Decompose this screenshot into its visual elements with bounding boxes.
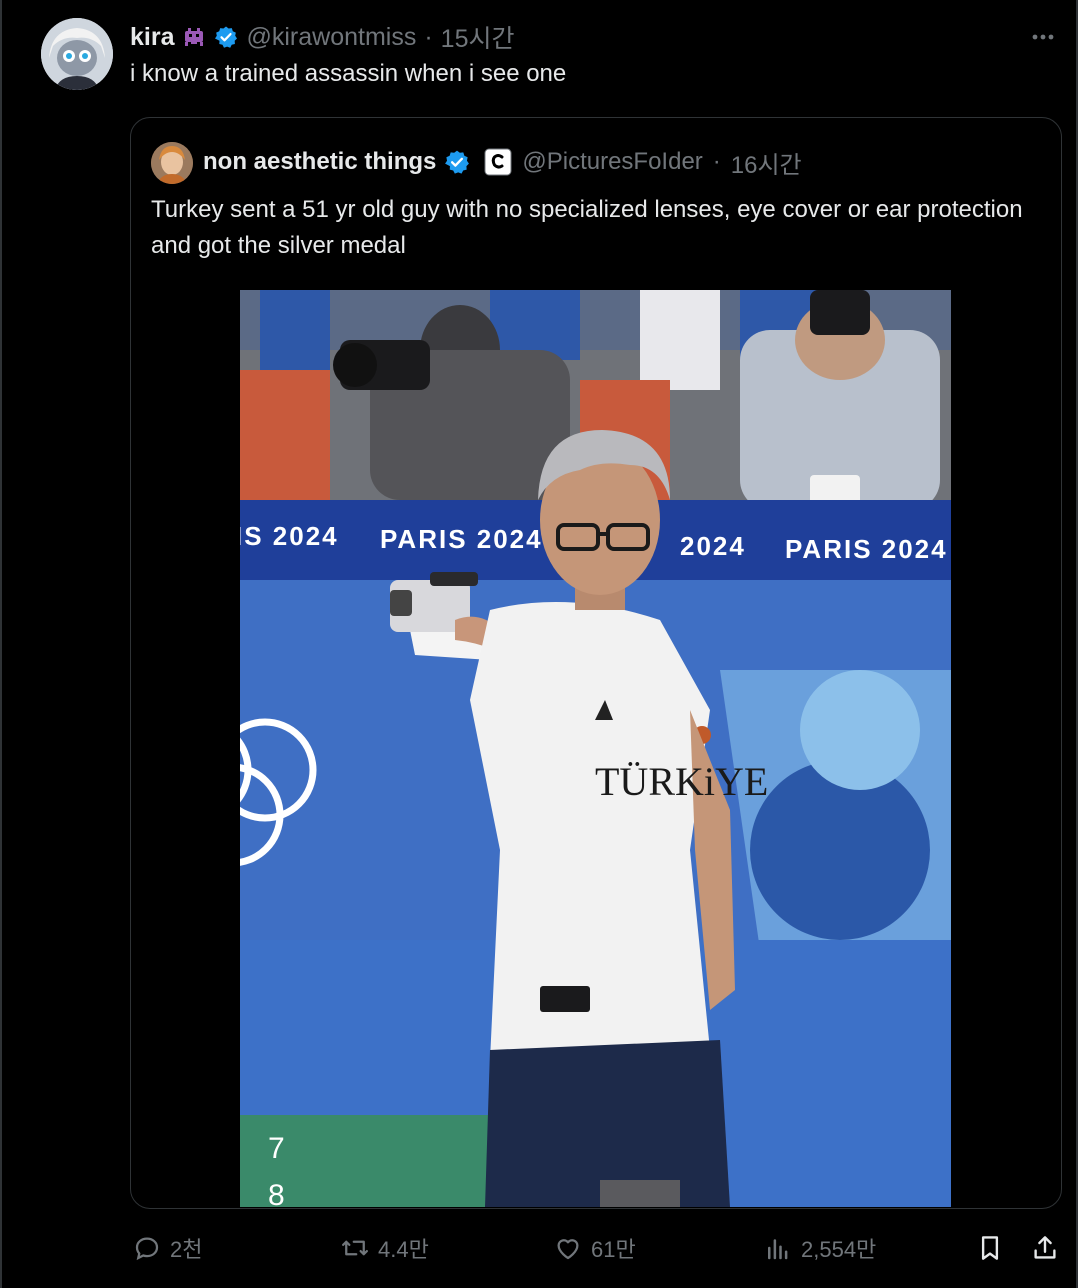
view-count: 2,554만 — [801, 1237, 877, 1262]
quoted-tweet-card[interactable]: non aesthetic things @PicturesFoIder · 1… — [130, 117, 1062, 1209]
more-options-icon[interactable] — [1028, 22, 1058, 52]
author-avatar[interactable] — [41, 18, 113, 90]
tweet-header: kira @kirawontmiss · 15시간 — [130, 20, 514, 54]
bookmark-button[interactable] — [975, 1228, 1013, 1268]
repost-button[interactable]: 4.4만 — [340, 1228, 429, 1268]
views-button[interactable]: 2,554만 — [763, 1228, 876, 1268]
tweet-text: i know a trained assassin when i see one — [130, 60, 567, 87]
author-handle[interactable]: @kirawontmiss — [246, 23, 416, 52]
like-count: 61만 — [591, 1237, 636, 1262]
timestamp[interactable]: 15시간 — [441, 19, 515, 55]
like-icon — [557, 1239, 579, 1260]
left-border — [0, 0, 2, 1288]
quoted-tweet-photo[interactable]: IS 2024 PARIS 2024 2024 PARIS 2024 TÜRKi… — [240, 290, 951, 1207]
like-button[interactable]: 61만 — [553, 1228, 636, 1268]
verified-badge-icon — [444, 149, 470, 175]
separator-dot: · — [712, 148, 721, 175]
repost-count: 4.4만 — [378, 1237, 429, 1262]
reply-count: 2천 — [170, 1237, 203, 1262]
shirt-text: TÜRKiYE — [595, 759, 768, 804]
banner-text-1: IS 2024 — [240, 521, 339, 551]
quoted-author-avatar[interactable] — [151, 142, 193, 184]
action-bar: 2천 4.4만 61만 2,554만 — [0, 1228, 1078, 1268]
share-icon — [1034, 1236, 1056, 1259]
separator-dot: · — [424, 22, 433, 51]
banner-text-2: PARIS 2024 — [380, 524, 543, 554]
lane-number-7: 7 — [268, 1132, 285, 1165]
bookmark-icon — [981, 1236, 999, 1260]
quoted-tweet-header: non aesthetic things @PicturesFoIder · 1… — [203, 144, 802, 180]
quoted-tweet-text: Turkey sent a 51 yr old guy with no spec… — [151, 196, 1023, 259]
lane-number-8: 8 — [268, 1179, 285, 1207]
quoted-author-name[interactable]: non aesthetic things — [203, 148, 436, 176]
share-button[interactable] — [1030, 1228, 1068, 1268]
banner-text-4: PARIS 2024 — [785, 534, 948, 564]
banner-text-3: 2024 — [680, 531, 746, 561]
verified-badge-icon — [214, 25, 238, 49]
alien-emoji-icon — [182, 25, 206, 49]
reply-button[interactable]: 2천 — [132, 1228, 202, 1268]
reply-icon — [135, 1237, 159, 1261]
quoted-author-handle[interactable]: @PicturesFoIder — [522, 148, 702, 176]
repost-icon — [342, 1240, 368, 1256]
corp-affiliate-icon[interactable] — [484, 148, 512, 176]
quoted-timestamp[interactable]: 16시간 — [731, 145, 802, 180]
views-icon — [768, 1239, 788, 1260]
author-name[interactable]: kira — [130, 23, 174, 52]
